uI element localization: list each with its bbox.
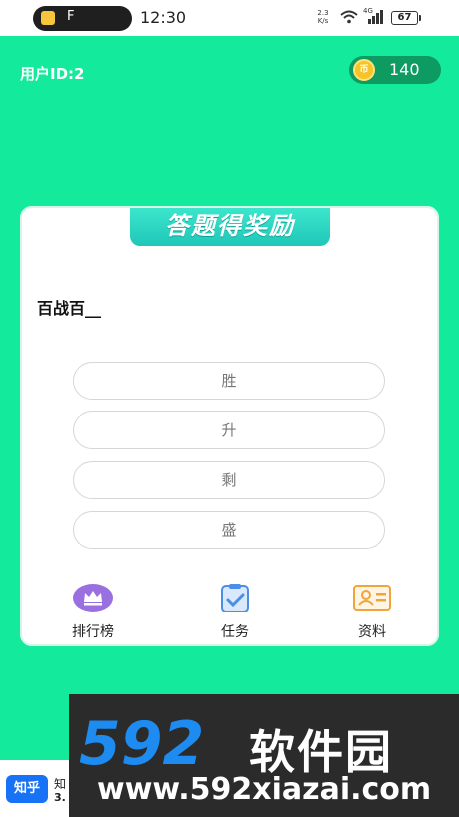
nav-profile-label: 资料 <box>358 624 386 640</box>
wifi-icon <box>340 10 358 24</box>
zhihu-logo[interactable]: 知乎 <box>6 775 48 803</box>
cell-signal-icon <box>368 10 383 24</box>
answer-option-3[interactable]: 剩 <box>73 461 385 499</box>
clock: 12:30 <box>140 8 187 27</box>
pill-text: F <box>67 9 75 24</box>
ad-app-version: 3. <box>54 791 66 804</box>
user-id-label: 用户ID:2 <box>20 65 85 83</box>
watermark-url: www.592xiazai.com <box>97 772 432 807</box>
network-speed-unit: K/s <box>317 17 329 25</box>
nav-ranking[interactable]: 排行榜 <box>53 584 133 644</box>
answer-option-1[interactable]: 胜 <box>73 362 385 400</box>
notification-pill[interactable]: F <box>33 6 132 31</box>
nav-ranking-label: 排行榜 <box>72 624 114 640</box>
watermark-banner: 592 软件园 www.592xiazai.com <box>69 694 459 817</box>
quiz-title-banner: 答题得奖励 <box>130 208 330 246</box>
app-notification-icon <box>41 11 55 25</box>
answer-option-2[interactable]: 升 <box>73 411 385 449</box>
coin-balance[interactable]: 币 140 <box>349 56 441 84</box>
quiz-question: 百战百__ <box>37 299 102 318</box>
ad-app-name: 知 <box>54 777 67 791</box>
network-speed: 2.3 K/s <box>316 9 330 25</box>
coin-icon: 币 <box>353 59 375 81</box>
nav-tasks-label: 任务 <box>221 624 249 640</box>
network-speed-value: 2.3 <box>317 9 329 17</box>
battery-indicator: 67 <box>391 11 418 25</box>
watermark-logo: 592 <box>79 712 204 772</box>
nav-profile[interactable]: 资料 <box>332 584 412 644</box>
crown-icon <box>73 584 113 612</box>
answer-option-4[interactable]: 盛 <box>73 511 385 549</box>
clipboard-check-icon <box>221 584 249 612</box>
id-card-icon <box>353 585 391 611</box>
nav-tasks[interactable]: 任务 <box>195 584 275 644</box>
battery-tip <box>419 15 421 21</box>
coin-count: 140 <box>389 60 420 79</box>
watermark-logo-text: 592 <box>79 712 204 772</box>
status-bar: F 12:30 2.3 K/s 4G 67 <box>0 0 459 36</box>
